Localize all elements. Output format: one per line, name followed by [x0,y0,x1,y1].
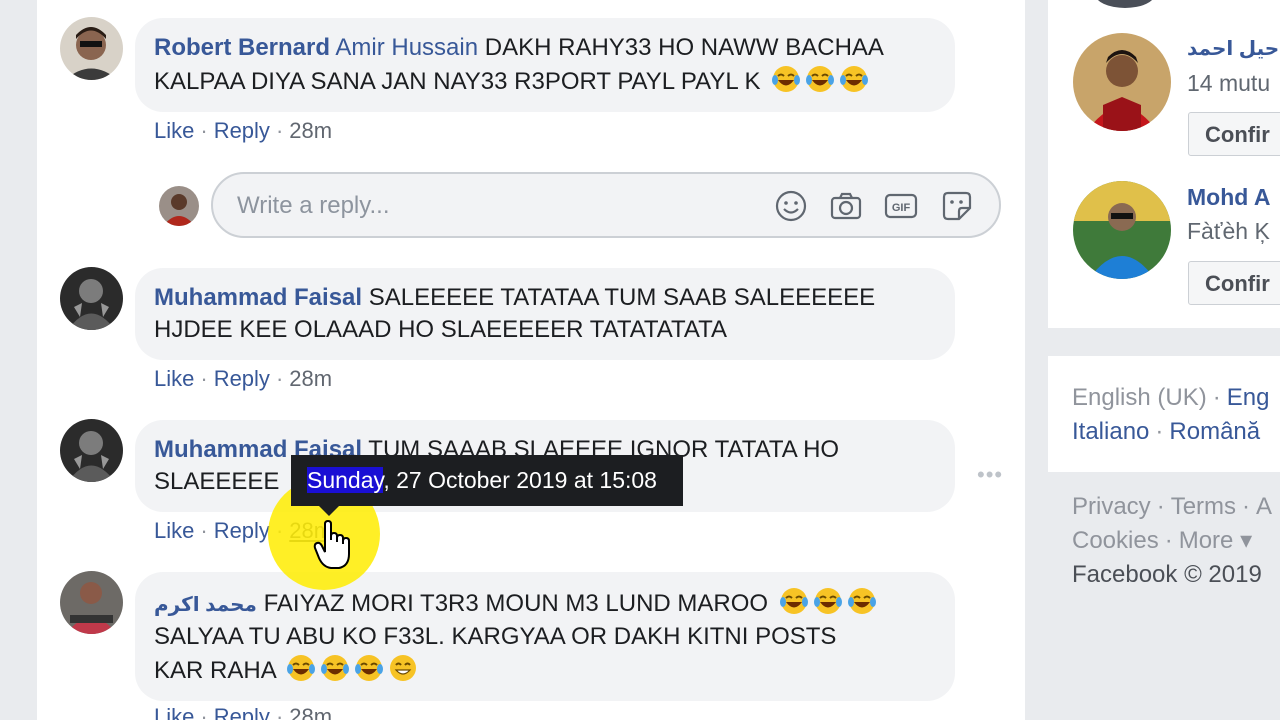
sticker-icon[interactable] [939,188,975,224]
mutual-friends[interactable]: Fàťèh Ķ [1187,218,1270,245]
laughing-tears-icon [287,655,316,681]
avatar[interactable] [60,17,123,80]
footer-more-link[interactable]: More ▾ [1179,527,1252,554]
copyright: Facebook © 2019 [1072,561,1262,588]
comment-text: SALEEEEE TATATAA TUM SAAB SALEEEEEE [368,284,876,311]
comment-bubble: محمد اکرم FAIYAZ MORI T3R3 MOUN M3 LUND … [135,572,955,701]
timestamp-link[interactable]: 28m [289,366,332,391]
more-options-icon[interactable]: ••• [977,462,1003,488]
reply-link[interactable]: Reply [214,366,270,391]
avatar [1095,0,1155,8]
laughing-tears-icon [806,66,835,92]
reply-composer: GIF [37,172,1025,242]
language-panel: English (UK) · Eng Italiano · Română [1048,356,1280,472]
timestamp-tooltip: Sunday, 27 October 2019 at 15:08 [291,455,683,516]
laughing-tears-icon [779,588,808,614]
current-language: English (UK) [1072,384,1207,411]
reply-link[interactable]: Reply [214,518,270,543]
friend-name[interactable]: Mohd A [1187,184,1270,211]
camera-icon[interactable] [828,188,864,224]
friend-name[interactable]: راحیل احمد [1187,36,1280,61]
comment-text: HJDEE KEE OLAAAD HO SLAEEEEER TATATATATA [154,316,728,343]
laughing-tears-icon [847,588,876,614]
comment-bubble: Muhammad Faisal SALEEEEE TATATAA TUM SAA… [135,268,955,360]
grinning-icon [390,655,417,681]
language-link[interactable]: Eng [1227,384,1270,411]
avatar[interactable] [1073,181,1171,279]
laughing-tears-icon [355,655,384,681]
laughing-tears-icon [321,655,350,681]
comment-author[interactable]: محمد اکرم [154,594,257,616]
like-link[interactable]: Like [154,518,194,543]
svg-text:GIF: GIF [892,202,911,214]
avatar[interactable] [60,571,123,634]
footer-link[interactable]: A [1256,493,1272,520]
friend-requests-panel: راحیل احمد 14 mutu Confir Mohd A Fàťèh Ķ… [1048,0,1280,328]
comment-text: FAIYAZ MORI T3R3 MOUN M3 LUND MAROO [263,590,769,617]
confirm-button[interactable]: Confir [1188,261,1280,305]
comment-text: KALPAA DIYA SANA JAN NAY33 R3PORT PAYL P… [154,68,761,95]
avatar[interactable] [60,419,123,482]
laughing-tears-icon [840,66,869,92]
comments-feed: Robert Bernard Amir Hussain DAKH RAHY33 … [37,0,1025,720]
comment-text: DAKH RAHY33 HO NAWW BACHAA [484,34,884,61]
avatar[interactable] [60,267,123,330]
tooltip-date: , 27 October 2019 at 15:08 [383,467,657,493]
avatar[interactable] [1073,33,1171,131]
footer-link[interactable]: Privacy [1072,493,1151,520]
laughing-tears-icon [772,66,801,92]
comment-text: SLAEEEEE [154,468,280,495]
comment-author[interactable]: Robert Bernard [154,34,330,61]
like-link[interactable]: Like [154,704,194,720]
comment-mention[interactable]: Amir Hussain [335,34,478,61]
smiley-icon[interactable] [773,188,809,224]
laughing-tears-icon [813,588,842,614]
language-link[interactable]: Italiano [1072,418,1149,445]
like-link[interactable]: Like [154,366,194,391]
comment-text: KAR RAHA [154,657,276,684]
footer-link[interactable]: Terms [1171,493,1236,520]
timestamp-link[interactable]: 28m [289,704,332,720]
comment-actions: Like·Reply·28m [154,118,333,143]
timestamp-link[interactable]: 28m [289,118,332,143]
comment-actions: Like·Reply·28m [154,704,332,720]
comment-actions: Like·Reply·28m [154,366,333,391]
confirm-button[interactable]: Confir [1188,112,1280,156]
hand-cursor-icon [313,520,350,569]
language-link[interactable]: Română [1169,418,1260,445]
reply-input[interactable] [235,188,739,224]
gif-icon[interactable]: GIF [883,188,919,224]
tooltip-day: Sunday [307,467,384,493]
comment-bubble: Robert Bernard Amir Hussain DAKH RAHY33 … [135,18,955,112]
reply-link[interactable]: Reply [214,704,270,720]
footer-link[interactable]: Cookies [1072,527,1159,554]
reply-field: GIF [211,172,1001,238]
comment-text: SALYAA TU ABU KO F33L. KARGYAA OR DAKH K… [154,623,837,650]
reply-link[interactable]: Reply [214,118,270,143]
like-link[interactable]: Like [154,118,194,143]
mutual-friends[interactable]: 14 mutu [1187,70,1270,97]
avatar [159,186,199,226]
comment-author[interactable]: Muhammad Faisal [154,284,362,311]
